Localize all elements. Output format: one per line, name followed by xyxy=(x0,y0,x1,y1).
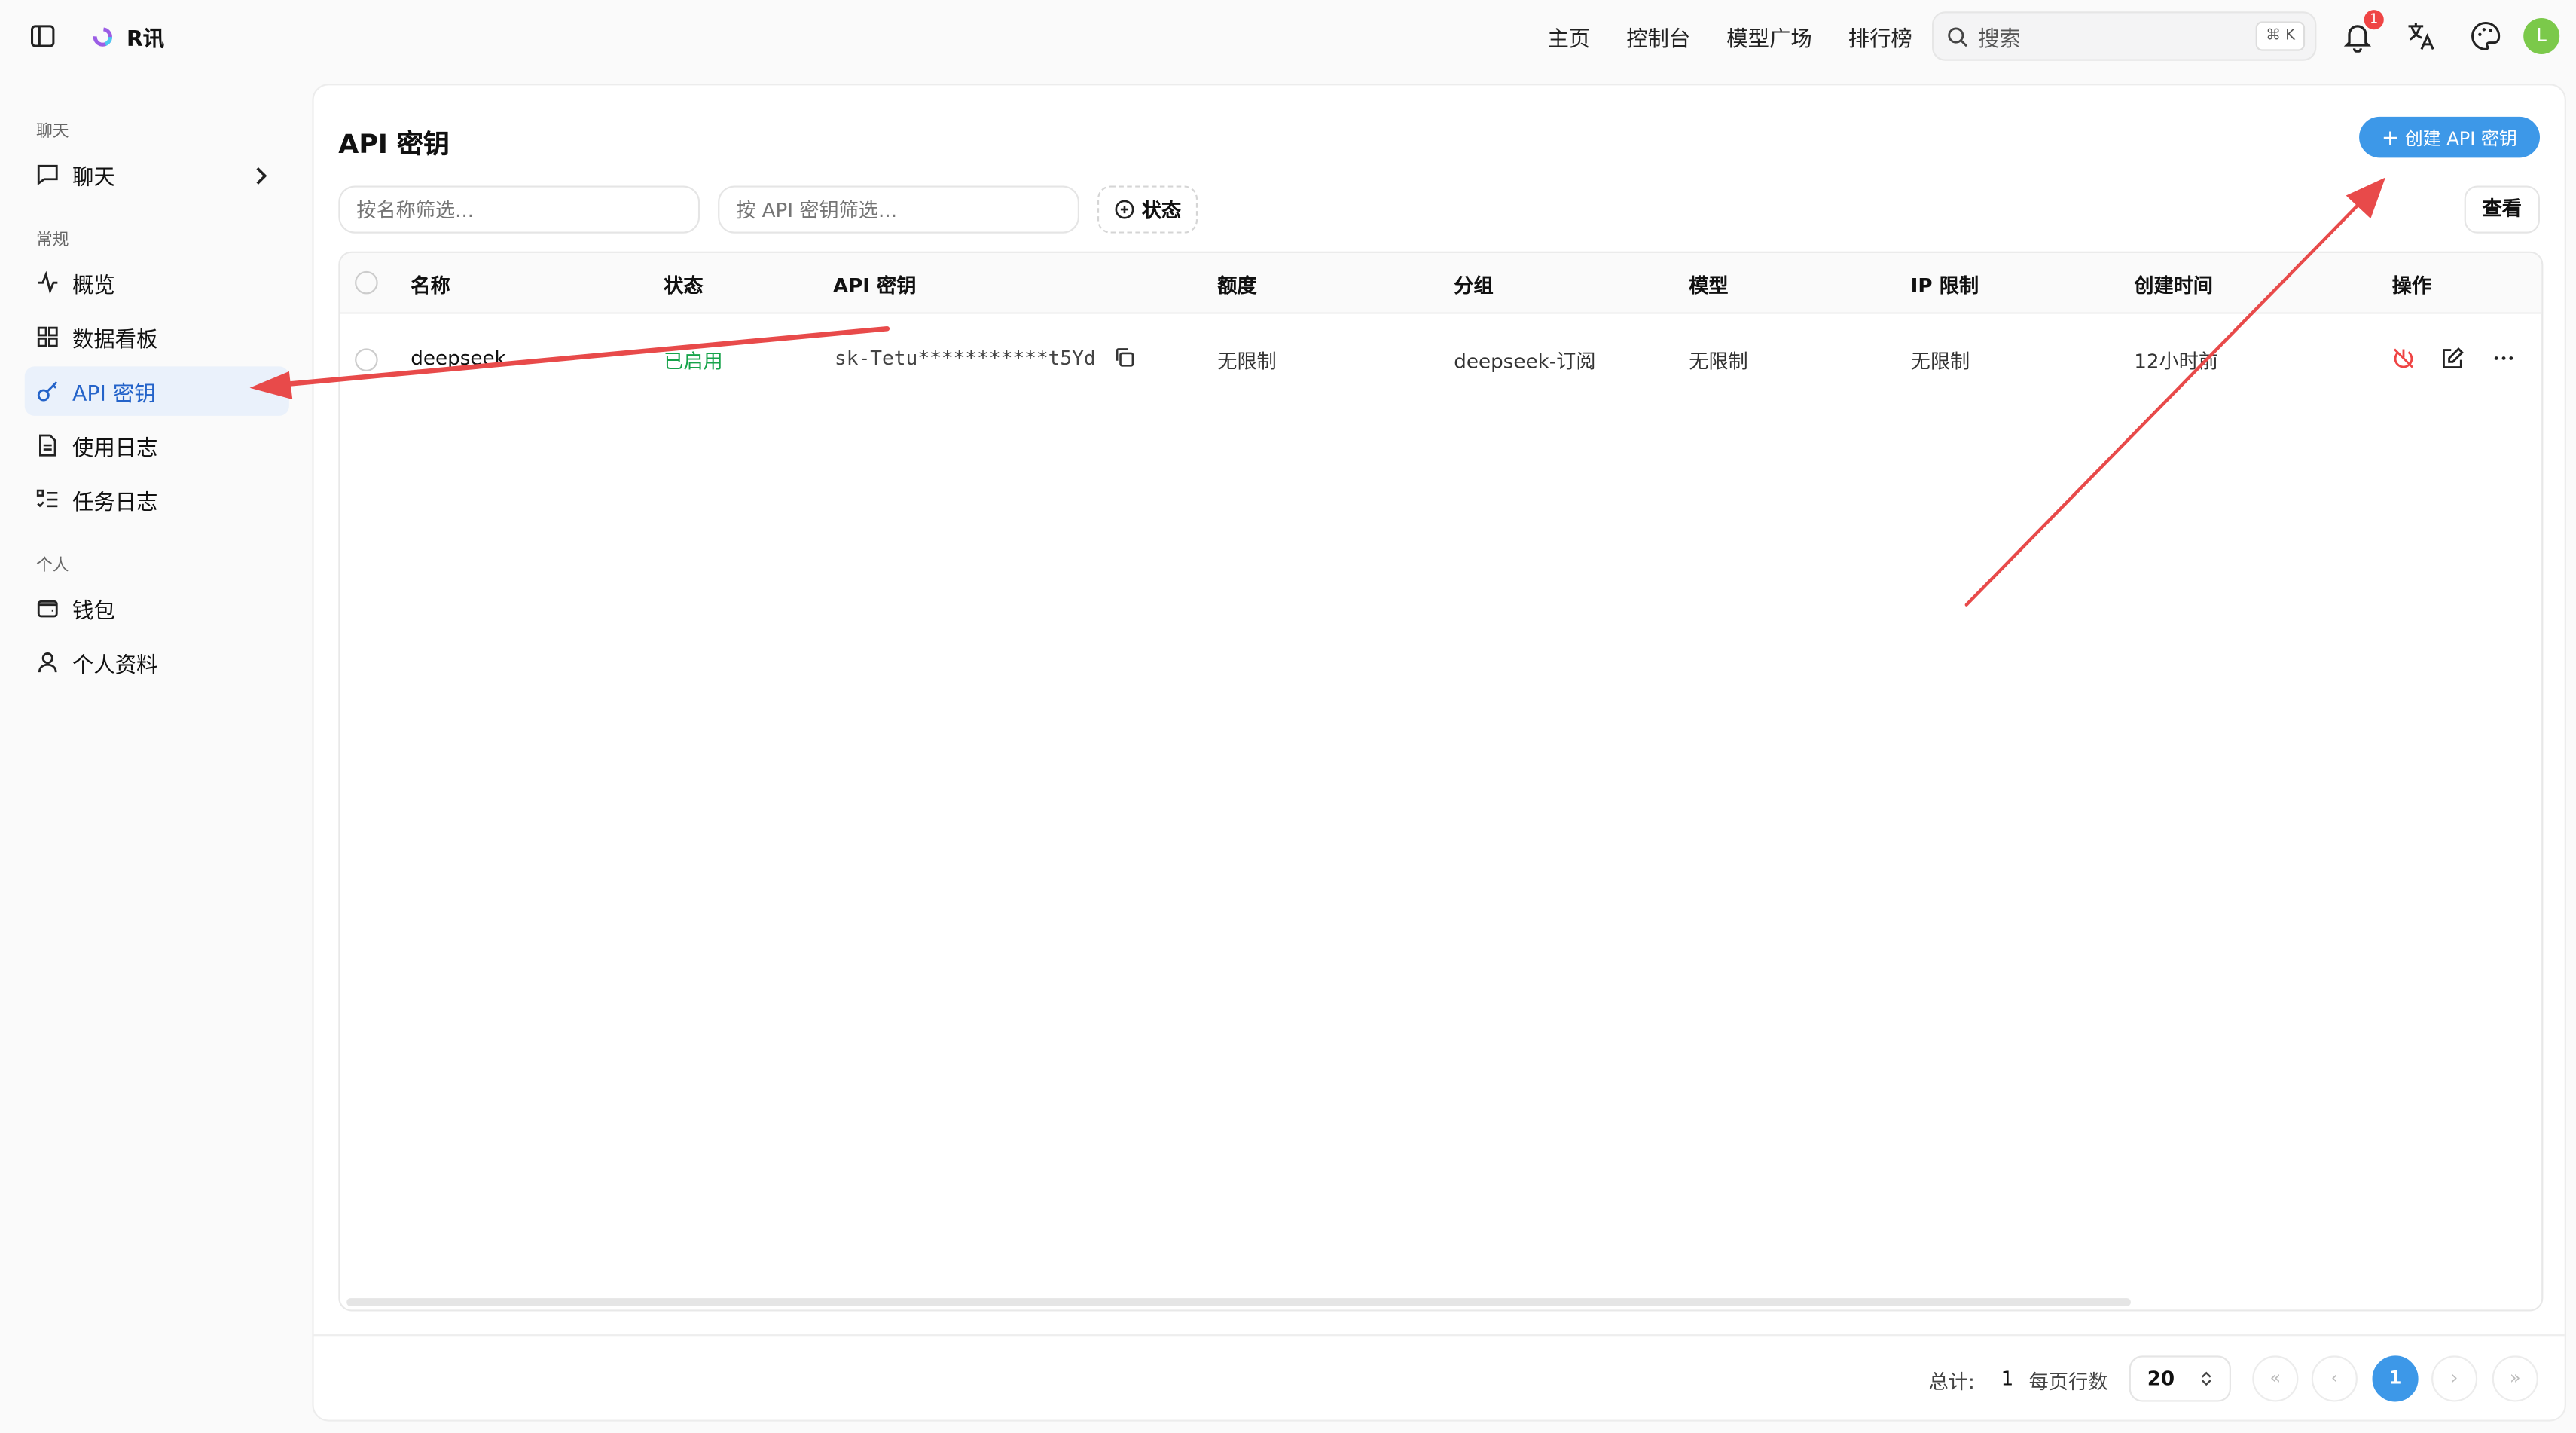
create-api-key-button[interactable]: 创建 API 密钥 xyxy=(2359,116,2541,158)
rows-per-page-value: 20 xyxy=(2147,1367,2175,1391)
select-all-checkbox[interactable] xyxy=(355,270,378,295)
chat-icon xyxy=(37,164,58,185)
chevron-up-down-icon xyxy=(2201,1371,2211,1386)
sidebar-item-usage-logs[interactable]: 使用日志 xyxy=(25,420,289,469)
dashboard-icon xyxy=(37,326,58,347)
total-label: 总计: xyxy=(1928,1370,1975,1394)
row-status: 已启用 xyxy=(664,350,723,374)
top-bar: R讯 主页 控制台 模型广场 排行榜 搜索 ⌘ K 1 L xyxy=(0,0,2576,72)
api-key-table: 名称 状态 API 密钥 额度 分组 模型 IP 限制 创建时间 操作 deep… xyxy=(338,251,2544,1312)
current-page-button[interactable]: 1 xyxy=(2372,1355,2419,1402)
sidebar-item-label: 聊天 xyxy=(72,165,115,190)
nav-console[interactable]: 控制台 xyxy=(1626,21,1690,53)
sidebar-item-label: 个人资料 xyxy=(72,652,158,678)
view-button[interactable]: 查看 xyxy=(2464,185,2541,234)
key-filter-input[interactable] xyxy=(718,185,1079,234)
app-root: R讯 主页 控制台 模型广场 排行榜 搜索 ⌘ K 1 L 聊天 聊天 常规 概… xyxy=(0,0,2576,1433)
col-name[interactable]: 名称 xyxy=(411,271,450,299)
pagination-bar: 总计: 1 每页行数 20 « ‹ 1 › » xyxy=(313,1334,2565,1419)
sidebar-item-task-logs[interactable]: 任务日志 xyxy=(25,475,289,524)
row-ip-limit: 无限制 xyxy=(1910,350,1970,374)
sidebar-item-profile[interactable]: 个人资料 xyxy=(25,637,289,686)
total-count: 1 xyxy=(2001,1367,2014,1391)
more-options-icon[interactable] xyxy=(2492,347,2516,370)
status-filter-label: 状态 xyxy=(1141,198,1182,222)
col-ip-limit[interactable]: IP 限制 xyxy=(1911,271,1979,299)
edit-icon[interactable] xyxy=(2441,347,2465,370)
status-filter-button[interactable]: 状态 xyxy=(1097,185,1198,234)
first-page-button[interactable]: « xyxy=(2252,1355,2299,1402)
plus-icon xyxy=(2383,130,2397,144)
task-list-icon xyxy=(36,489,58,508)
sidebar-item-dashboard[interactable]: 数据看板 xyxy=(25,312,289,361)
rows-per-page-select[interactable]: 20 xyxy=(2129,1355,2231,1402)
notification-badge: 1 xyxy=(2364,10,2384,30)
disable-icon[interactable] xyxy=(2392,347,2416,370)
sidebar-section-personal: 个人 xyxy=(35,557,69,576)
next-page-button[interactable]: › xyxy=(2431,1355,2478,1402)
sidebar-item-label: API 密钥 xyxy=(72,382,156,407)
col-actions: 操作 xyxy=(2391,274,2432,298)
row-model: 无限制 xyxy=(1689,350,1748,374)
create-button-label: 创建 API 密钥 xyxy=(2404,127,2517,149)
sidebar-item-label: 数据看板 xyxy=(72,328,158,353)
sidebar-item-label: 任务日志 xyxy=(72,490,158,515)
search-shortcut: ⌘ K xyxy=(2256,21,2306,51)
nav-leaderboard[interactable]: 排行榜 xyxy=(1848,21,1912,53)
horizontal-scrollbar[interactable] xyxy=(346,1298,2131,1306)
copy-icon[interactable] xyxy=(1114,347,1135,368)
prev-page-button[interactable]: ‹ xyxy=(2311,1355,2358,1402)
sidebar-item-label: 钱包 xyxy=(72,599,115,624)
sidebar-section-chat: 聊天 xyxy=(35,123,69,142)
brand-logo-icon xyxy=(93,27,112,47)
sidebar-item-chat[interactable]: 聊天 xyxy=(25,149,289,198)
row-name: deepseek xyxy=(411,347,506,370)
col-api-key[interactable]: API 密钥 xyxy=(833,271,917,299)
sidebar-item-overview[interactable]: 概览 xyxy=(25,258,289,307)
palette-icon[interactable] xyxy=(2469,20,2502,53)
plus-circle-icon xyxy=(1115,200,1134,219)
name-filter-input[interactable] xyxy=(338,185,700,234)
sidebar-item-api-keys[interactable]: API 密钥 xyxy=(24,366,289,416)
sidebar-toggle-icon[interactable] xyxy=(29,23,56,50)
row-checkbox[interactable] xyxy=(355,348,378,371)
table-header: 名称 状态 API 密钥 额度 分组 模型 IP 限制 创建时间 操作 xyxy=(340,252,2542,314)
page-title: API 密钥 xyxy=(338,128,450,160)
sidebar-item-wallet[interactable]: 钱包 xyxy=(25,583,289,632)
brand[interactable]: R讯 xyxy=(92,21,165,53)
rows-per-page-label: 每页行数 xyxy=(2028,1370,2108,1394)
sidebar-section-general: 常规 xyxy=(35,231,69,250)
sidebar: 聊天 聊天 常规 概览 数据看板 API 密钥 使用日志 任务日志 个人 钱包 … xyxy=(0,72,312,1433)
user-icon xyxy=(38,652,57,673)
sidebar-item-label: 概览 xyxy=(72,273,115,298)
nav-home[interactable]: 主页 xyxy=(1547,21,1590,53)
search-placeholder: 搜索 xyxy=(1978,26,2021,52)
brand-name: R讯 xyxy=(126,28,165,53)
sidebar-item-label: 使用日志 xyxy=(72,436,158,461)
col-status[interactable]: 状态 xyxy=(664,271,703,299)
col-model[interactable]: 模型 xyxy=(1689,271,1728,299)
row-created: 12小时前 xyxy=(2134,350,2219,374)
translate-icon[interactable] xyxy=(2405,20,2438,53)
last-page-button[interactable]: » xyxy=(2492,1355,2538,1402)
col-quota[interactable]: 额度 xyxy=(1217,271,1256,299)
row-api-key: sk-Tetu***********t5Yd xyxy=(835,347,1096,370)
search-input[interactable]: 搜索 ⌘ K xyxy=(1931,11,2317,61)
avatar[interactable]: L xyxy=(2523,17,2560,54)
activity-icon xyxy=(38,270,58,295)
row-group: deepseek-订阅 xyxy=(1454,350,1596,374)
chevron-right-icon xyxy=(256,167,267,185)
main-panel: API 密钥 创建 API 密钥 状态 查看 名称 状态 API 密钥 额度 分… xyxy=(312,84,2566,1422)
col-group[interactable]: 分组 xyxy=(1454,271,1493,299)
document-icon xyxy=(39,434,56,457)
key-icon xyxy=(37,381,58,402)
search-icon xyxy=(1948,26,1967,47)
nav-models[interactable]: 模型广场 xyxy=(1726,21,1811,53)
top-nav: 主页 控制台 模型广场 排行榜 xyxy=(1547,21,1912,53)
row-quota: 无限制 xyxy=(1217,350,1277,374)
col-created[interactable]: 创建时间 xyxy=(2134,271,2213,299)
wallet-icon xyxy=(37,600,58,618)
